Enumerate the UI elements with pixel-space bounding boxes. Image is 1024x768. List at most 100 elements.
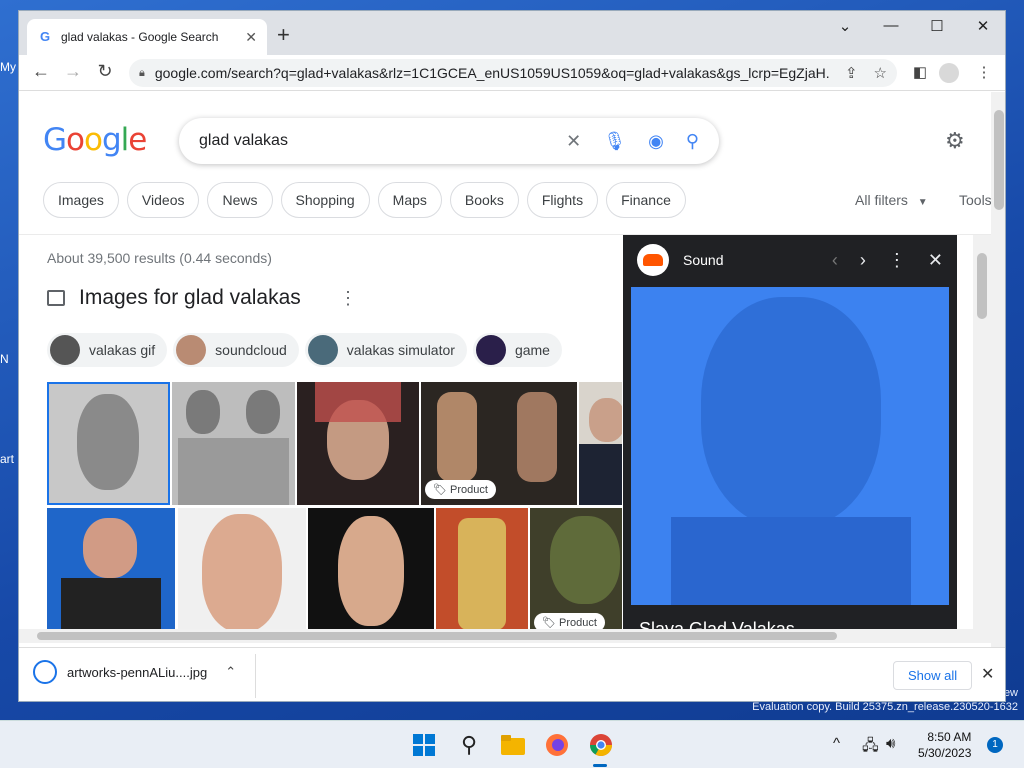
image-refinements: valakas gif soundcloud valakas simulator… [47, 333, 562, 367]
browser-window: G glad valakas - Google Search ✕ + ⌄ — ☐… [18, 10, 1006, 702]
image-results-grid: 🏷︎ Product 🏷︎ Product [47, 382, 622, 647]
windows-start-icon[interactable] [410, 731, 438, 759]
refinement-label: soundcloud [215, 342, 287, 358]
search-input[interactable]: glad valakas [199, 132, 544, 150]
network-icon[interactable]: 🖧︎ [862, 735, 879, 760]
google-logo[interactable]: Google [43, 122, 147, 158]
minimize-icon[interactable]: — [877, 17, 905, 34]
image-result[interactable] [178, 508, 306, 638]
image-result[interactable]: 🏷︎ Product [530, 508, 622, 638]
refinement-valakas-simulator[interactable]: valakas simulator [304, 333, 467, 367]
image-result[interactable] [47, 382, 170, 505]
tab-finance[interactable]: Finance [606, 182, 686, 218]
images-section-header: Images for glad valakas [47, 286, 301, 310]
tab-images[interactable]: Images [43, 182, 119, 218]
tab-videos[interactable]: Videos [126, 182, 200, 218]
image-result[interactable] [47, 508, 175, 638]
close-tab-icon[interactable]: ✕ [245, 29, 257, 46]
download-filename: artworks-pennALiu....jpg [67, 664, 208, 680]
tab-books[interactable]: Books [449, 182, 519, 218]
tab-shopping[interactable]: Shopping [280, 182, 370, 218]
profile-avatar-icon[interactable] [939, 63, 959, 83]
tab-news[interactable]: News [207, 182, 273, 218]
url-text[interactable]: google.com/search?q=glad+valakas&rlz=1C1… [155, 65, 829, 81]
image-result[interactable] [436, 508, 528, 638]
show-all-button[interactable]: Show all [893, 661, 973, 690]
close-window-icon[interactable]: ✕ [969, 17, 997, 35]
file-icon [33, 660, 57, 684]
more-options-icon[interactable]: ⋮ [339, 288, 357, 309]
desktop-icon-label: My [0, 60, 16, 74]
panel-header: Sound ‹ › ⋮ ✕ [623, 235, 957, 285]
lock-icon[interactable]: 🔒︎ [139, 67, 145, 80]
new-tab-icon[interactable]: + [277, 23, 290, 47]
tab-flights[interactable]: Flights [526, 182, 599, 218]
maximize-icon[interactable]: ☐ [923, 17, 951, 35]
page-horizontal-scrollbar[interactable] [19, 629, 991, 643]
reload-icon[interactable]: ↻ [93, 61, 117, 82]
refinement-thumbnail [50, 335, 80, 365]
chevron-up-icon[interactable]: ⌃ [225, 664, 236, 680]
panel-close-icon[interactable]: ✕ [928, 250, 943, 271]
tab-maps[interactable]: Maps [377, 182, 442, 218]
desktop-icon-label: N [0, 352, 9, 366]
search-box[interactable]: glad valakas ✕ 🎙︎ ◉ ⚲ [179, 118, 719, 164]
refinement-label: valakas simulator [346, 342, 455, 358]
tools-button[interactable]: Tools [959, 192, 991, 208]
show-hidden-icons-chevron-icon[interactable]: ^ [833, 735, 840, 752]
image-result[interactable] [297, 382, 419, 505]
tab-search-icon[interactable]: ⌄ [831, 17, 859, 35]
clock-time: 8:50 AM [927, 730, 972, 744]
panel-scrollbar[interactable] [973, 235, 991, 631]
notification-badge[interactable]: 1 [987, 737, 1003, 753]
settings-gear-icon[interactable]: ⚙ [945, 128, 965, 154]
lens-camera-icon[interactable]: ◉ [648, 131, 664, 152]
previous-result-icon[interactable]: ‹ [832, 250, 838, 271]
refinement-label: game [514, 342, 550, 358]
image-result[interactable]: 🏷︎ Product [421, 382, 577, 505]
sound-preview-panel: Sound ‹ › ⋮ ✕ Slava Glad Valakas [623, 235, 957, 639]
refinement-game[interactable]: game [472, 333, 562, 367]
search-icon[interactable]: ⚲ [686, 131, 699, 152]
clock-date: 5/30/2023 [918, 746, 972, 760]
chrome-icon[interactable] [587, 731, 615, 759]
image-result[interactable] [308, 508, 434, 638]
product-badge: 🏷︎ Product [425, 480, 496, 499]
file-explorer-icon[interactable] [499, 731, 527, 759]
menu-kebab-icon[interactable]: ⋮ [973, 63, 995, 81]
back-icon[interactable]: ← [29, 61, 53, 82]
search-taskbar-icon[interactable]: ⚲ [455, 731, 483, 759]
system-clock[interactable]: 8:50 AM 5/30/2023 [918, 729, 971, 761]
firefox-icon[interactable] [543, 731, 571, 759]
volume-icon[interactable]: 🔊︎ [886, 735, 895, 752]
image-result[interactable] [579, 382, 622, 505]
soundcloud-logo-icon [637, 244, 669, 276]
preview-image[interactable] [631, 287, 949, 605]
refinement-valakas-gif[interactable]: valakas gif [47, 333, 168, 367]
clear-search-icon[interactable]: ✕ [566, 131, 581, 152]
windows-taskbar: ⚲ ^ 🖧︎ 🔊︎ 8:50 AM 5/30/2023 1 [0, 720, 1024, 768]
images-section-title[interactable]: Images for glad valakas [79, 286, 301, 310]
download-item[interactable]: artworks-pennALiu....jpg ⌃ [33, 660, 236, 684]
image-icon [47, 290, 65, 306]
bookmark-star-icon[interactable]: ☆ [874, 64, 887, 82]
forward-icon[interactable]: → [61, 61, 85, 82]
browser-tab[interactable]: G glad valakas - Google Search ✕ [27, 19, 267, 55]
side-panel-icon[interactable]: ◧ [909, 63, 931, 81]
image-result[interactable] [172, 382, 295, 505]
address-bar[interactable]: 🔒︎ google.com/search?q=glad+valakas&rlz=… [129, 59, 897, 87]
share-icon[interactable]: ⇪ [845, 64, 858, 82]
download-separator [255, 654, 256, 698]
voice-search-icon[interactable]: 🎙︎ [603, 131, 626, 152]
page-vertical-scrollbar[interactable] [991, 92, 1005, 647]
panel-more-icon[interactable]: ⋮ [888, 250, 906, 271]
active-app-indicator [593, 764, 607, 767]
product-badge-label: Product [450, 484, 488, 496]
watermark-line: ew [1003, 687, 1018, 699]
tab-title: glad valakas - Google Search [61, 30, 219, 44]
google-favicon-icon: G [39, 29, 51, 44]
close-download-bar-icon[interactable]: ✕ [981, 664, 994, 684]
all-filters-button[interactable]: All filters ▼ [855, 192, 928, 208]
next-result-icon[interactable]: › [860, 250, 866, 271]
refinement-soundcloud[interactable]: soundcloud [173, 333, 299, 367]
